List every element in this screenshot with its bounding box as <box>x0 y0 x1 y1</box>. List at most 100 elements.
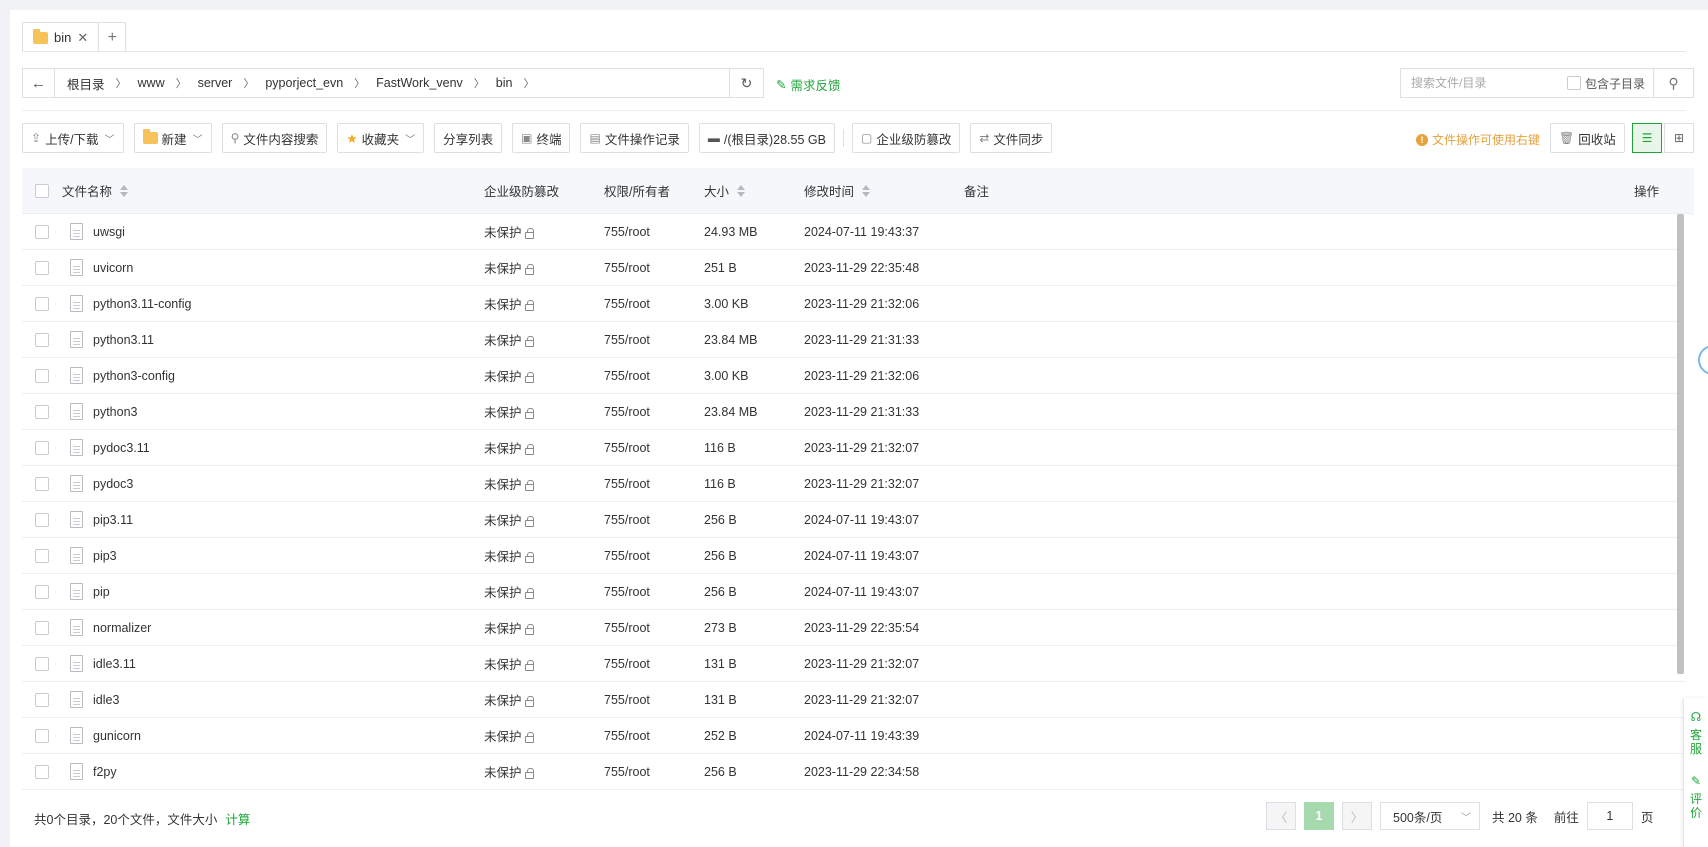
close-icon[interactable]: ✕ <box>77 30 88 46</box>
breadcrumb-pyporject-evn[interactable]: pyporject_evn <box>263 76 345 90</box>
table-row[interactable]: f2py 未保护 755/root 256 B 2023-11-29 22:34:58 <box>22 754 1685 790</box>
file-name[interactable]: idle3 <box>93 693 119 707</box>
row-checkbox[interactable] <box>35 512 49 527</box>
tab-bin[interactable]: bin ✕ <box>22 22 100 52</box>
checkbox[interactable] <box>1566 76 1581 90</box>
permission[interactable]: 755/root <box>604 693 704 707</box>
breadcrumb-www[interactable]: www <box>136 76 167 90</box>
scrollbar[interactable] <box>1677 214 1684 674</box>
table-row[interactable]: pydoc3 未保护 755/root 116 B 2023-11-29 21:32:0… <box>22 466 1685 502</box>
protect-status[interactable]: 未保护 <box>484 514 522 528</box>
file-name[interactable]: pydoc3.11 <box>93 441 150 455</box>
protect-status[interactable]: 未保护 <box>484 622 522 636</box>
file-name[interactable]: uvicorn <box>93 261 133 275</box>
permission[interactable]: 755/root <box>604 513 704 527</box>
upload-download-button[interactable]: ⇪ 上传/下载 ﹀ <box>22 123 124 153</box>
list-view-button[interactable]: ☰ <box>1632 123 1662 153</box>
file-name[interactable]: python3.11-config <box>93 297 191 311</box>
content-search-button[interactable]: ⚲ 文件内容搜索 <box>221 123 328 153</box>
protect-status[interactable]: 未保护 <box>484 262 522 276</box>
row-checkbox[interactable] <box>35 692 49 707</box>
table-row[interactable]: idle3.11 未保护 755/root 131 B 2023-11-29 21:32… <box>22 646 1685 682</box>
file-sync-button[interactable]: ⇄ 文件同步 <box>970 123 1053 153</box>
row-checkbox[interactable] <box>35 332 49 347</box>
add-tab-button[interactable]: + <box>98 22 127 52</box>
permission[interactable]: 755/root <box>604 477 704 491</box>
permission[interactable]: 755/root <box>604 333 704 347</box>
calculate-link[interactable]: 计算 <box>225 809 250 828</box>
permission[interactable]: 755/root <box>604 585 704 599</box>
tamper-button[interactable]: ▢ 企业级防篡改 <box>851 123 961 153</box>
table-row[interactable]: python3.11 未保护 755/root 23.84 MB 2023-11-29 … <box>22 322 1685 358</box>
table-row[interactable]: pip3.11 未保护 755/root 256 B 2024-07-11 19:43:… <box>22 502 1685 538</box>
file-name[interactable]: pip3.11 <box>93 513 133 527</box>
terminal-button[interactable]: ▣ 终端 <box>512 123 571 153</box>
prev-page-button[interactable]: 〈 <box>1266 802 1296 830</box>
permission[interactable]: 755/root <box>604 657 704 671</box>
protect-status[interactable]: 未保护 <box>484 226 522 240</box>
file-name[interactable]: pip <box>93 585 110 599</box>
row-checkbox[interactable] <box>35 620 49 635</box>
grid-view-button[interactable]: ⊞ <box>1664 123 1694 153</box>
permission[interactable]: 755/root <box>604 765 704 779</box>
new-button[interactable]: 新建 ﹀ <box>133 123 212 153</box>
feedback-link[interactable]: ✎ 需求反馈 <box>776 75 841 94</box>
permission[interactable]: 755/root <box>604 729 704 743</box>
table-row[interactable]: pip3 未保护 755/root 256 B 2024-07-11 19:43:07 <box>22 538 1685 574</box>
protect-status[interactable]: 未保护 <box>484 334 522 348</box>
review-button[interactable]: 评价 <box>1690 792 1702 820</box>
recycle-bin-button[interactable]: 🗑 回收站 <box>1550 123 1625 153</box>
row-checkbox[interactable] <box>35 656 49 671</box>
file-name[interactable]: pydoc3 <box>93 477 133 491</box>
file-name[interactable]: python3.11 <box>93 333 154 347</box>
breadcrumb-root[interactable]: 根目录 <box>65 74 107 93</box>
file-name[interactable]: gunicorn <box>93 729 141 743</box>
protect-status[interactable]: 未保护 <box>484 442 522 456</box>
favorites-button[interactable]: ★ 收藏夹 ﹀ <box>337 123 425 153</box>
permission[interactable]: 755/root <box>604 369 704 383</box>
protect-status[interactable]: 未保护 <box>484 370 522 384</box>
row-checkbox[interactable] <box>35 584 49 599</box>
table-row[interactable]: python3.11-config 未保护 755/root 3.00 KB 2023-… <box>22 286 1685 322</box>
op-log-button[interactable]: ▤ 文件操作记录 <box>580 123 689 153</box>
row-checkbox[interactable] <box>35 440 49 455</box>
row-checkbox[interactable] <box>35 296 49 311</box>
share-list-button[interactable]: 分享列表 <box>434 123 503 153</box>
include-subdir-checkbox[interactable]: 包含子目录 <box>1566 75 1653 92</box>
breadcrumb-fastwork-venv[interactable]: FastWork_venv <box>374 76 465 90</box>
permission[interactable]: 755/root <box>604 405 704 419</box>
protect-status[interactable]: 未保护 <box>484 298 522 312</box>
permission[interactable]: 755/root <box>604 261 704 275</box>
file-name[interactable]: pip3 <box>93 549 117 563</box>
table-row[interactable]: normalizer 未保护 755/root 273 B 2023-11-29 22:… <box>22 610 1685 646</box>
file-name[interactable]: f2py <box>93 765 117 779</box>
table-row[interactable]: pip 未保护 755/root 256 B 2024-07-11 19:43:07 <box>22 574 1685 610</box>
header-size[interactable]: 大小 <box>704 181 804 200</box>
permission[interactable]: 755/root <box>604 225 704 239</box>
row-checkbox[interactable] <box>35 260 49 275</box>
customer-service-button[interactable]: 客服 <box>1690 728 1702 756</box>
page-number[interactable]: 1 <box>1304 802 1334 830</box>
goto-page-input[interactable]: 1 <box>1586 802 1633 830</box>
file-name[interactable]: python3 <box>93 405 137 419</box>
protect-status[interactable]: 未保护 <box>484 766 522 780</box>
row-checkbox[interactable] <box>35 764 49 779</box>
table-row[interactable]: python3 未保护 755/root 23.84 MB 2023-11-29 21:… <box>22 394 1685 430</box>
row-checkbox[interactable] <box>35 476 49 491</box>
table-row[interactable]: pydoc3.11 未保护 755/root 116 B 2023-11-29 21:3… <box>22 430 1685 466</box>
file-name[interactable]: uwsgi <box>93 225 125 239</box>
protect-status[interactable]: 未保护 <box>484 730 522 744</box>
search-input[interactable] <box>1401 76 1567 90</box>
protect-status[interactable]: 未保护 <box>484 586 522 600</box>
table-row[interactable]: gunicorn 未保护 755/root 252 B 2024-07-11 19:43… <box>22 718 1685 754</box>
next-page-button[interactable]: 〉 <box>1342 802 1372 830</box>
protect-status[interactable]: 未保护 <box>484 550 522 564</box>
file-name[interactable]: python3-config <box>93 369 175 383</box>
select-all-checkbox[interactable] <box>35 183 49 198</box>
back-button[interactable]: ← <box>23 69 55 97</box>
permission[interactable]: 755/root <box>604 441 704 455</box>
permission[interactable]: 755/root <box>604 621 704 635</box>
permission[interactable]: 755/root <box>604 549 704 563</box>
table-row[interactable]: python3-config 未保护 755/root 3.00 KB 2023-11-… <box>22 358 1685 394</box>
row-checkbox[interactable] <box>35 368 49 383</box>
